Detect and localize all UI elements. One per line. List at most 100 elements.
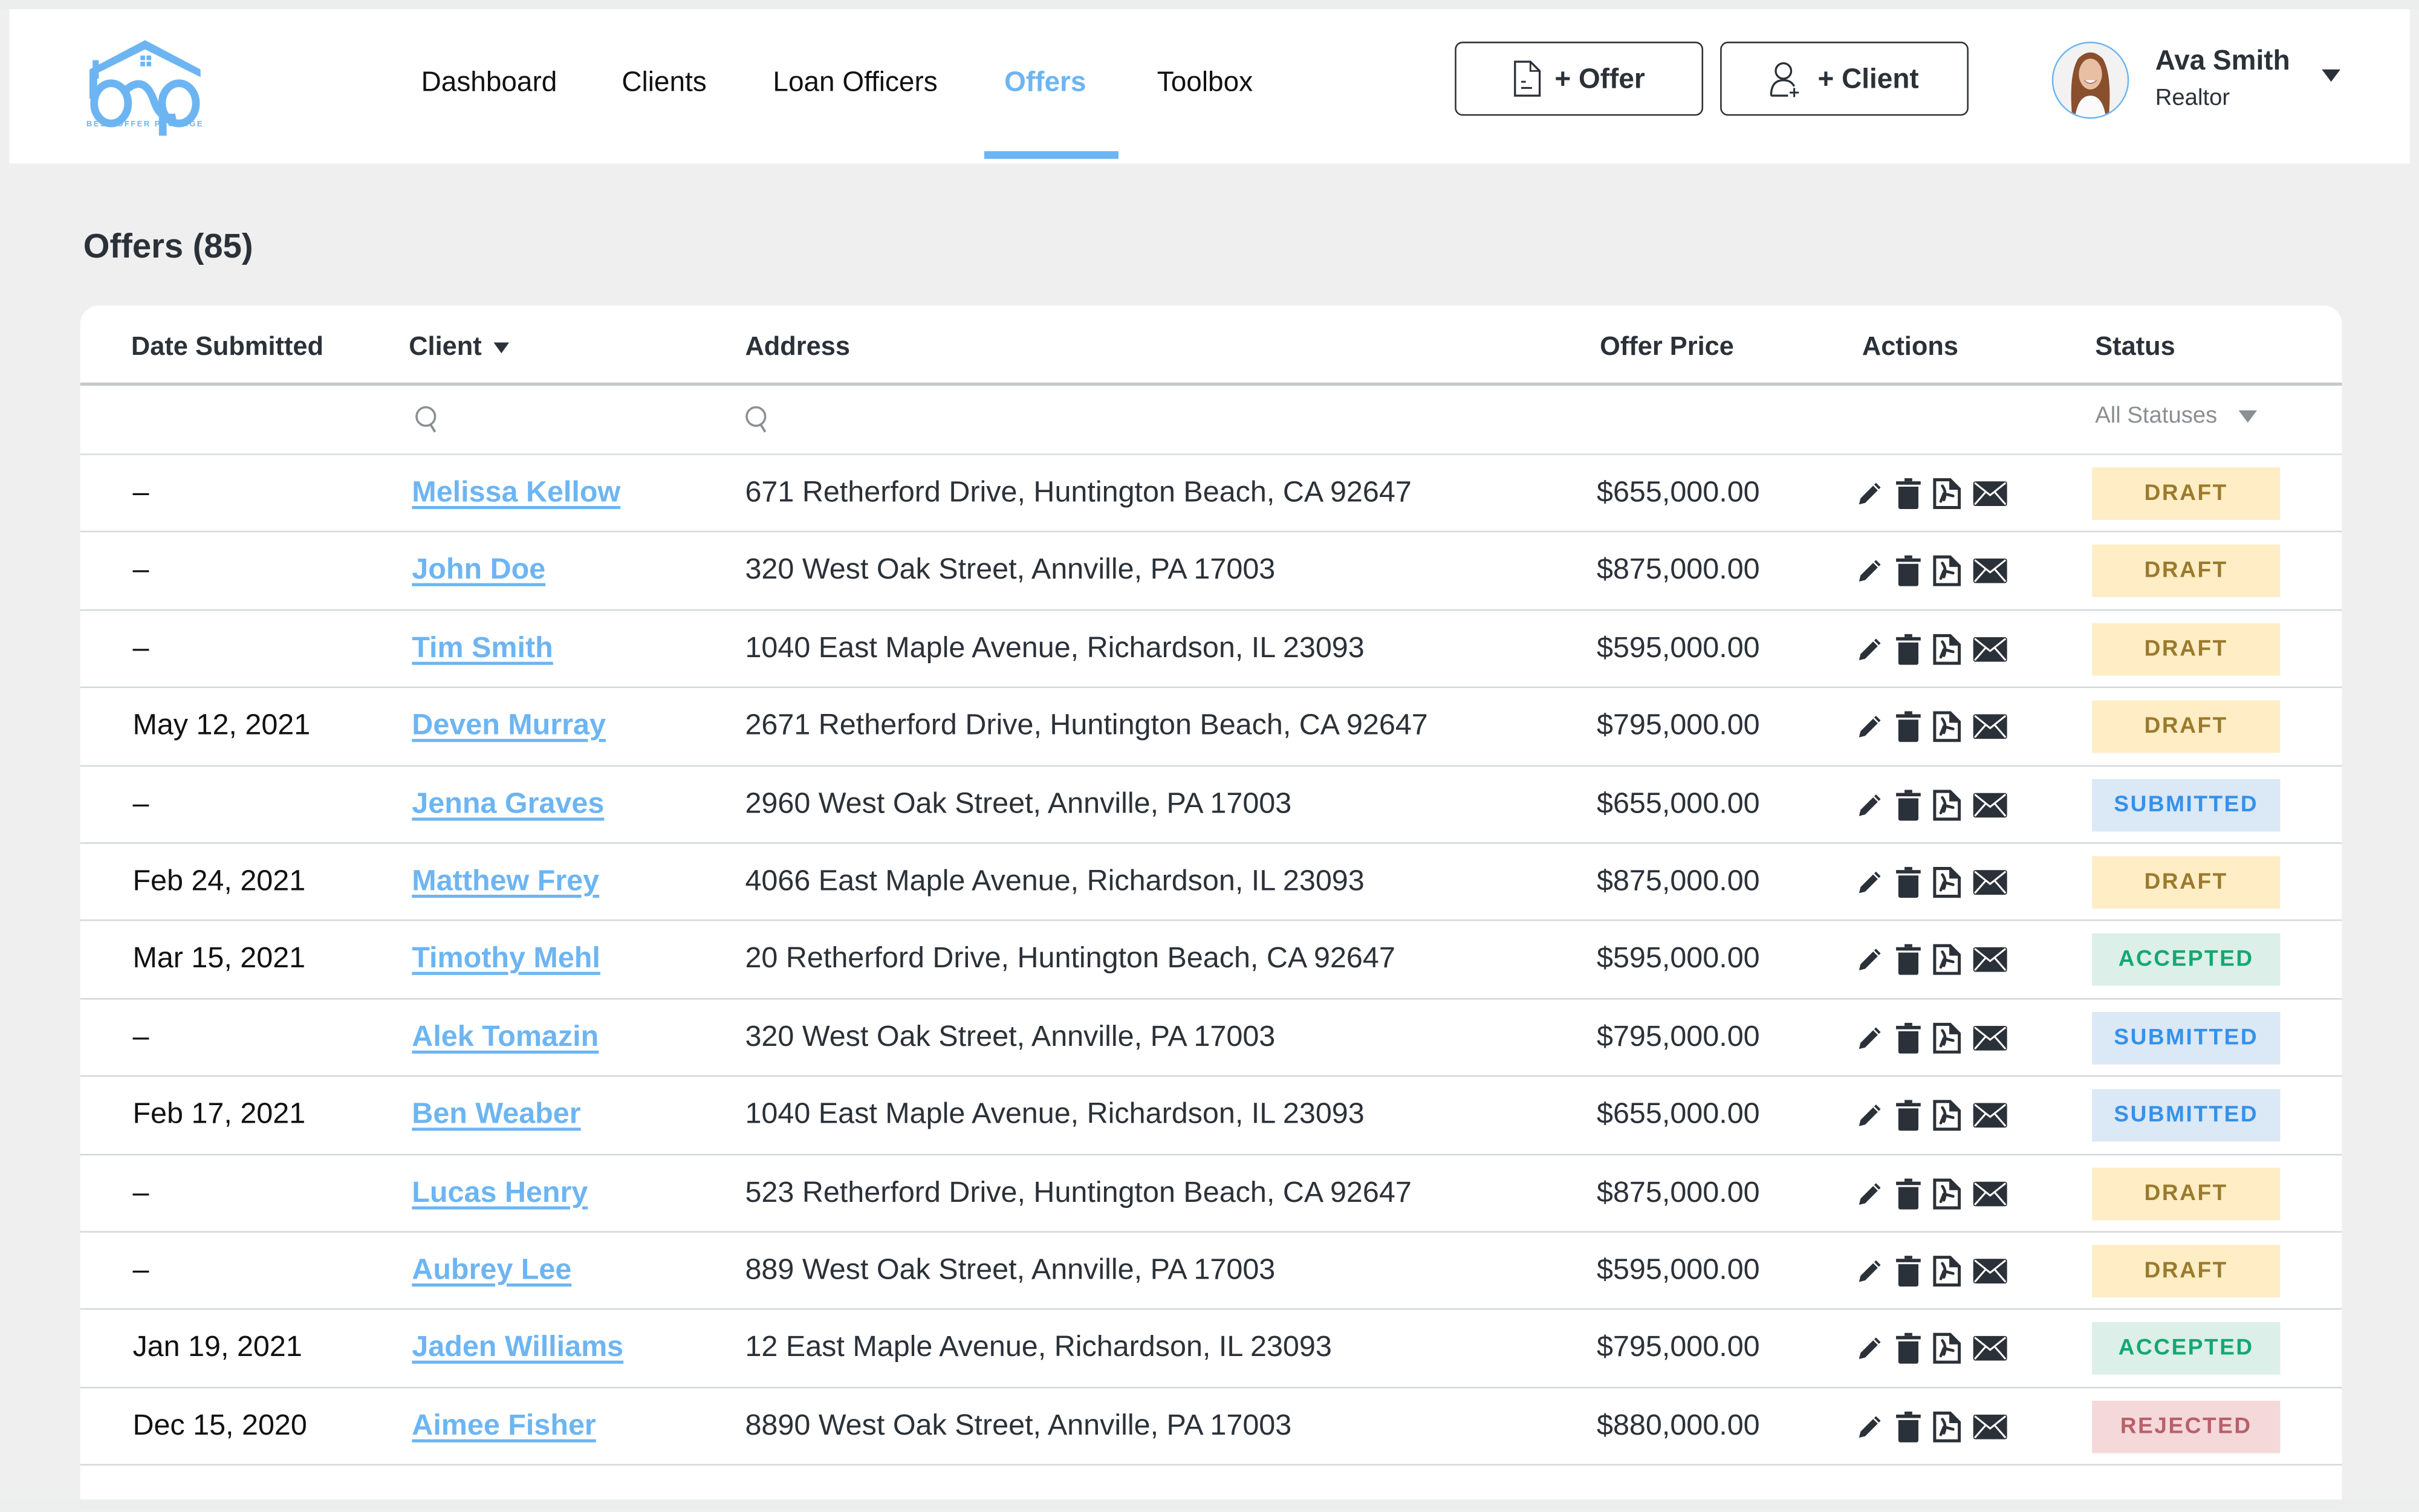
client-link[interactable]: John Doe [412,554,545,588]
trash-icon[interactable] [1896,634,1921,672]
pencil-icon[interactable] [1856,1179,1884,1215]
pdf-icon[interactable] [1933,1178,1961,1216]
add-client-label: + Client [1817,62,1919,94]
pencil-icon[interactable] [1856,713,1884,748]
client-link[interactable]: Ben Weaber [412,1098,580,1132]
status-filter-select[interactable]: All Statuses [2095,402,2258,429]
address: 20 Retherford Drive, Huntington Beach, C… [745,943,1395,976]
envelope-icon[interactable] [1973,1025,2007,1058]
address: 4066 East Maple Avenue, Richardson, IL 2… [745,865,1365,898]
trash-icon[interactable] [1896,1256,1921,1294]
envelope-icon[interactable] [1973,792,2007,825]
col-address[interactable]: Address [745,332,850,363]
envelope-icon[interactable] [1973,1181,2007,1214]
pdf-icon[interactable] [1933,1022,1961,1061]
client-link[interactable]: Melissa Kellow [412,476,620,510]
nav-clients[interactable]: Clients [622,67,706,99]
trash-icon[interactable] [1896,1022,1921,1061]
pdf-icon[interactable] [1933,478,1961,517]
offer-price: $795,000.00 [1597,1020,1760,1054]
user-name: Ava Smith [2155,44,2290,76]
pencil-icon[interactable] [1856,791,1884,826]
pencil-icon[interactable] [1856,1335,1884,1371]
pdf-icon[interactable] [1933,1411,1961,1450]
client-link[interactable]: Matthew Frey [412,866,599,900]
date-submitted: – [132,554,149,587]
client-link[interactable]: Jenna Graves [412,788,604,822]
trash-icon[interactable] [1896,867,1921,906]
add-offer-button[interactable]: + Offer [1455,41,1704,116]
trash-icon[interactable] [1896,478,1921,517]
row-actions [1856,944,2007,984]
client-link[interactable]: Deven Murray [412,710,606,744]
envelope-icon[interactable] [1973,714,2007,747]
pencil-icon[interactable] [1856,1257,1884,1293]
client-search-icon[interactable] [414,404,441,435]
pdf-icon[interactable] [1933,789,1961,828]
envelope-icon[interactable] [1973,1103,2007,1136]
pencil-icon[interactable] [1856,1413,1884,1449]
pdf-icon[interactable] [1933,556,1961,595]
client-link[interactable]: Timothy Mehl [412,943,600,977]
pencil-icon[interactable] [1856,1102,1884,1137]
pencil-icon[interactable] [1856,1024,1884,1060]
nav-toolbox[interactable]: Toolbox [1157,67,1253,99]
trash-icon[interactable] [1896,789,1921,828]
offer-price: $595,000.00 [1597,632,1760,665]
pdf-icon[interactable] [1933,867,1961,906]
pencil-icon[interactable] [1856,869,1884,904]
envelope-icon[interactable] [1973,1336,2007,1369]
envelope-icon[interactable] [1973,947,2007,981]
address: 1040 East Maple Avenue, Richardson, IL 2… [745,632,1365,665]
pencil-icon[interactable] [1856,635,1884,671]
col-date-submitted[interactable]: Date Submitted [131,332,323,363]
nav-loan-officers[interactable]: Loan Officers [773,67,937,99]
nav-dashboard[interactable]: Dashboard [421,67,557,99]
nav-offers[interactable]: Offers [1004,67,1086,99]
pencil-icon[interactable] [1856,557,1884,593]
trash-icon[interactable] [1896,711,1921,750]
trash-icon[interactable] [1896,1333,1921,1372]
status-badge: DRAFT [2092,856,2281,909]
address: 8890 West Oak Street, Annville, PA 17003 [745,1409,1292,1442]
envelope-icon[interactable] [1973,870,2007,903]
add-client-button[interactable]: + Client [1720,41,1969,116]
client-link[interactable]: Aubrey Lee [412,1254,571,1288]
envelope-icon[interactable] [1973,1414,2007,1447]
col-client[interactable]: Client [409,332,510,363]
trash-icon[interactable] [1896,1100,1921,1139]
envelope-icon[interactable] [1973,1259,2007,1291]
user-avatar[interactable] [2051,41,2129,119]
trash-icon[interactable] [1896,556,1921,595]
envelope-icon[interactable] [1973,481,2007,514]
client-link[interactable]: Jaden Williams [412,1332,623,1366]
table-row: – Aubrey Lee 889 West Oak Street, Annville… [80,1233,2342,1311]
trash-icon[interactable] [1896,1178,1921,1216]
pdf-icon[interactable] [1933,944,1961,984]
user-menu-caret-icon[interactable] [2322,69,2340,82]
pdf-icon[interactable] [1933,711,1961,750]
pdf-icon[interactable] [1933,1333,1961,1372]
address-search-icon[interactable] [744,404,771,435]
col-status[interactable]: Status [2095,332,2175,363]
envelope-icon[interactable] [1973,637,2007,669]
client-link[interactable]: Tim Smith [412,632,553,666]
client-link[interactable]: Lucas Henry [412,1176,588,1210]
pencil-icon[interactable] [1856,946,1884,982]
client-link[interactable]: Alek Tomazin [412,1021,599,1055]
trash-icon[interactable] [1896,944,1921,984]
envelope-icon[interactable] [1973,559,2007,592]
status-filter-value: All Statuses [2095,402,2218,429]
address: 12 East Maple Avenue, Richardson, IL 230… [745,1332,1332,1364]
client-link[interactable]: Aimee Fisher [412,1410,596,1444]
pdf-icon[interactable] [1933,634,1961,672]
trash-icon[interactable] [1896,1411,1921,1450]
add-offer-label: + Offer [1554,62,1645,94]
pencil-icon[interactable] [1856,480,1884,516]
row-actions [1856,1256,2007,1294]
date-submitted: Jan 19, 2021 [132,1332,302,1364]
offer-price: $875,000.00 [1597,865,1760,898]
pdf-icon[interactable] [1933,1256,1961,1294]
col-offer-price[interactable]: Offer Price [1600,332,1734,363]
pdf-icon[interactable] [1933,1100,1961,1139]
